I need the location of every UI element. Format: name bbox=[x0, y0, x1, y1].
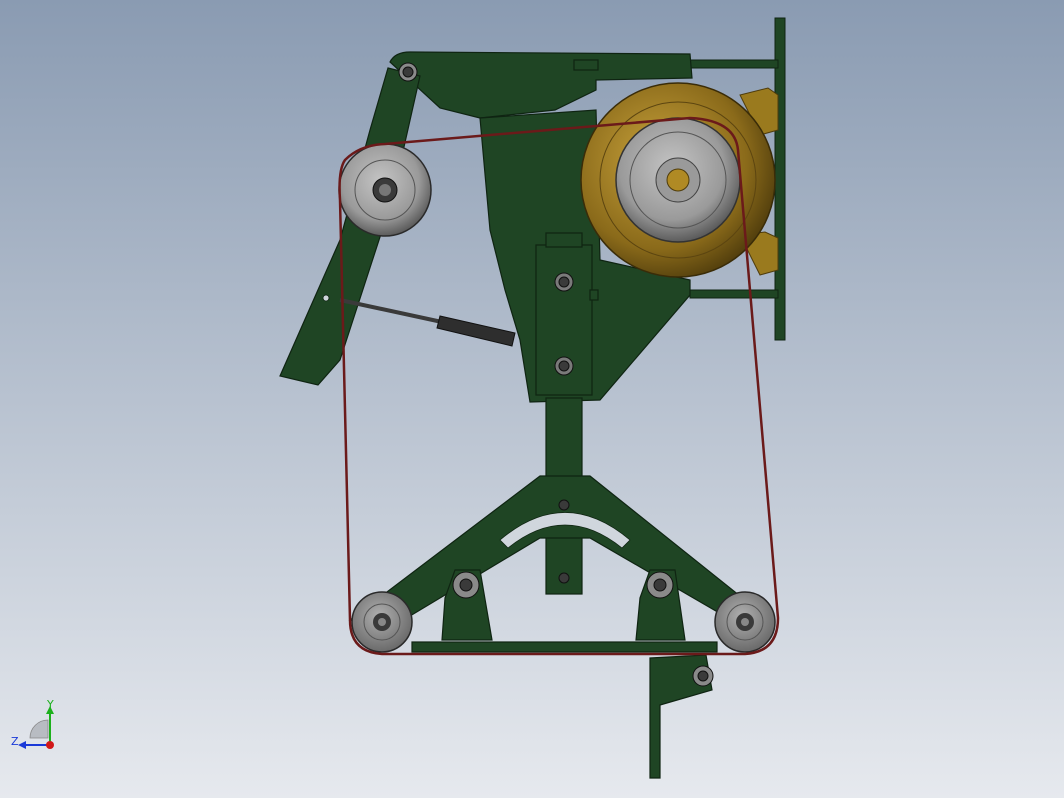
triad-x-axis-icon bbox=[46, 741, 54, 749]
triad-z-label: Z bbox=[11, 735, 19, 748]
triad-z-arrow-icon bbox=[18, 741, 26, 749]
triad-y-label: Y bbox=[46, 698, 54, 711]
triad-sphere bbox=[29, 719, 49, 739]
cad-viewport[interactable] bbox=[0, 0, 1064, 798]
tracking-wheel[interactable] bbox=[338, 143, 432, 237]
idler-wheel-right[interactable] bbox=[714, 591, 776, 653]
idler-wheel-left[interactable] bbox=[351, 591, 413, 653]
orientation-triad: Y Z bbox=[11, 698, 54, 749]
